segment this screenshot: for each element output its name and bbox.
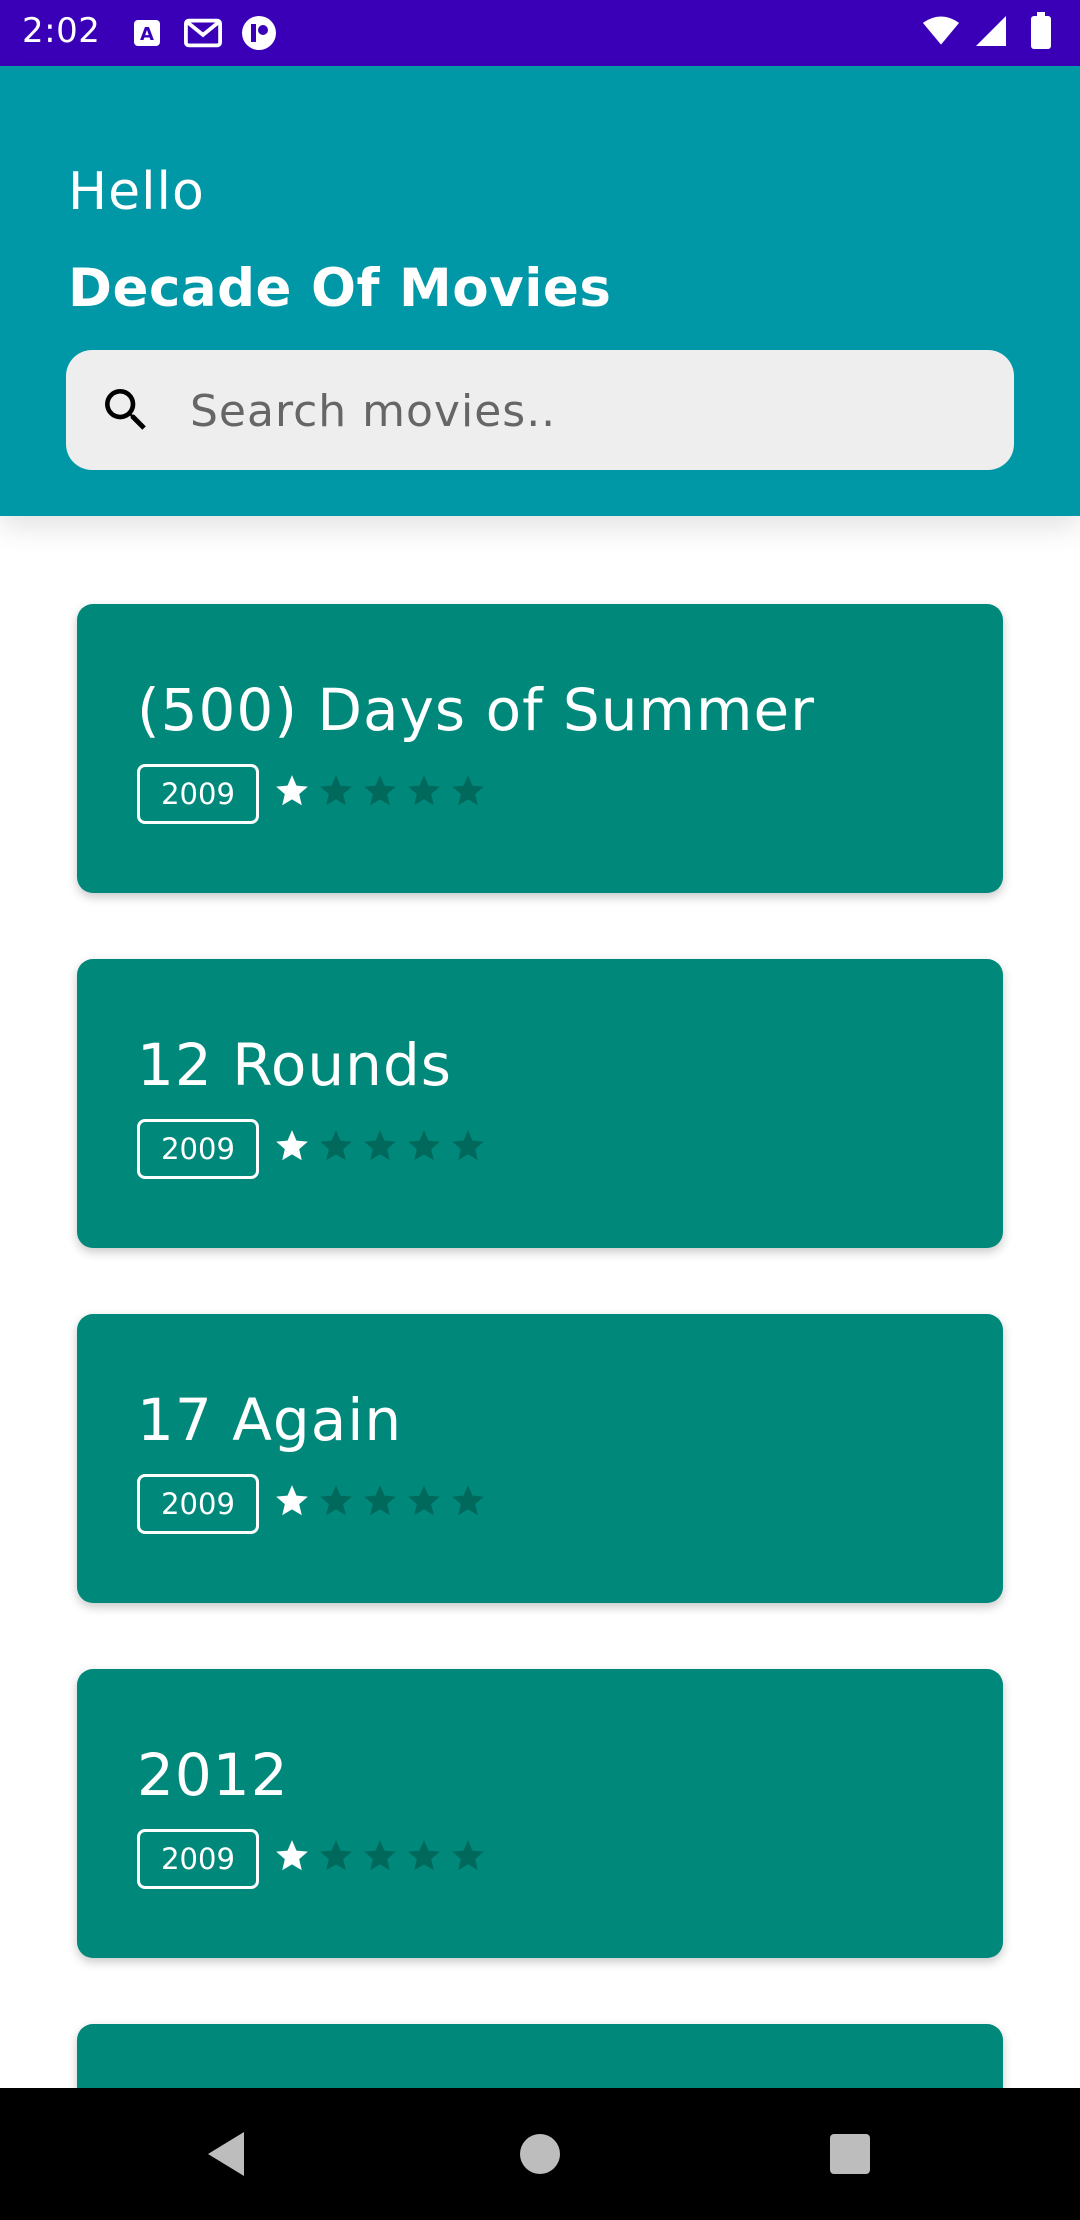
svg-text:A: A — [140, 24, 154, 45]
signal-icon — [972, 12, 1010, 50]
movie-title: 2012 — [137, 1741, 289, 1809]
status-bar: 2:02 A — [0, 0, 1080, 66]
star-rating — [273, 1837, 487, 1875]
greeting-text: Hello — [68, 162, 205, 222]
year-badge: 2009 — [137, 1829, 259, 1889]
gmail-icon — [184, 14, 222, 52]
star-empty-icon — [320, 775, 352, 806]
status-time: 2:02 — [22, 11, 101, 51]
star-empty-icon — [320, 1485, 352, 1516]
movie-title: (500) Days of Summer — [137, 676, 816, 744]
star-empty-icon — [364, 1485, 396, 1516]
notification-icons: A — [128, 14, 278, 52]
wifi-icon — [922, 12, 960, 50]
movie-card[interactable]: 17 Again 2009 — [77, 1314, 1003, 1603]
back-icon — [208, 2132, 244, 2176]
year-badge: 2009 — [137, 1474, 259, 1534]
star-empty-icon — [364, 1840, 396, 1871]
movie-card[interactable]: 2012 2009 — [77, 1669, 1003, 1958]
star-empty-icon — [452, 1485, 484, 1516]
back-button[interactable] — [196, 2124, 256, 2184]
star-empty-icon — [408, 1840, 440, 1871]
movie-card[interactable] — [77, 2024, 1003, 2088]
star-filled-icon — [276, 1485, 308, 1516]
recents-icon — [830, 2134, 870, 2174]
search-icon — [105, 389, 146, 430]
movie-title: 17 Again — [137, 1386, 403, 1454]
year-badge: 2009 — [137, 764, 259, 824]
star-empty-icon — [408, 1130, 440, 1161]
accessibility-icon: A — [128, 14, 166, 52]
movie-card[interactable]: 12 Rounds 2009 — [77, 959, 1003, 1248]
star-filled-icon — [276, 1130, 308, 1161]
navigation-bar — [0, 2088, 1080, 2220]
system-icons — [922, 12, 1060, 50]
star-empty-icon — [364, 1130, 396, 1161]
search-bar[interactable] — [66, 350, 1014, 470]
battery-icon — [1022, 12, 1060, 50]
star-rating — [273, 1127, 487, 1165]
star-empty-icon — [452, 1130, 484, 1161]
movie-list[interactable]: (500) Days of Summer 2009 12 Rounds 2009… — [0, 516, 1080, 2088]
star-empty-icon — [320, 1840, 352, 1871]
movie-title: 12 Rounds — [137, 1031, 452, 1099]
star-filled-icon — [276, 775, 308, 806]
star-rating — [273, 772, 487, 810]
star-empty-icon — [408, 1485, 440, 1516]
movie-card[interactable]: (500) Days of Summer 2009 — [77, 604, 1003, 893]
recents-button[interactable] — [820, 2124, 880, 2184]
star-empty-icon — [320, 1130, 352, 1161]
header: Hello Decade Of Movies — [0, 66, 1080, 516]
star-empty-icon — [364, 775, 396, 806]
star-rating — [273, 1482, 487, 1520]
year-badge: 2009 — [137, 1119, 259, 1179]
app-icon — [240, 14, 278, 52]
star-empty-icon — [452, 775, 484, 806]
star-empty-icon — [408, 775, 440, 806]
home-button[interactable] — [510, 2124, 570, 2184]
home-icon — [520, 2134, 560, 2174]
search-input[interactable] — [188, 370, 992, 452]
page-title: Decade Of Movies — [68, 258, 612, 319]
star-empty-icon — [452, 1840, 484, 1871]
star-filled-icon — [276, 1840, 308, 1871]
